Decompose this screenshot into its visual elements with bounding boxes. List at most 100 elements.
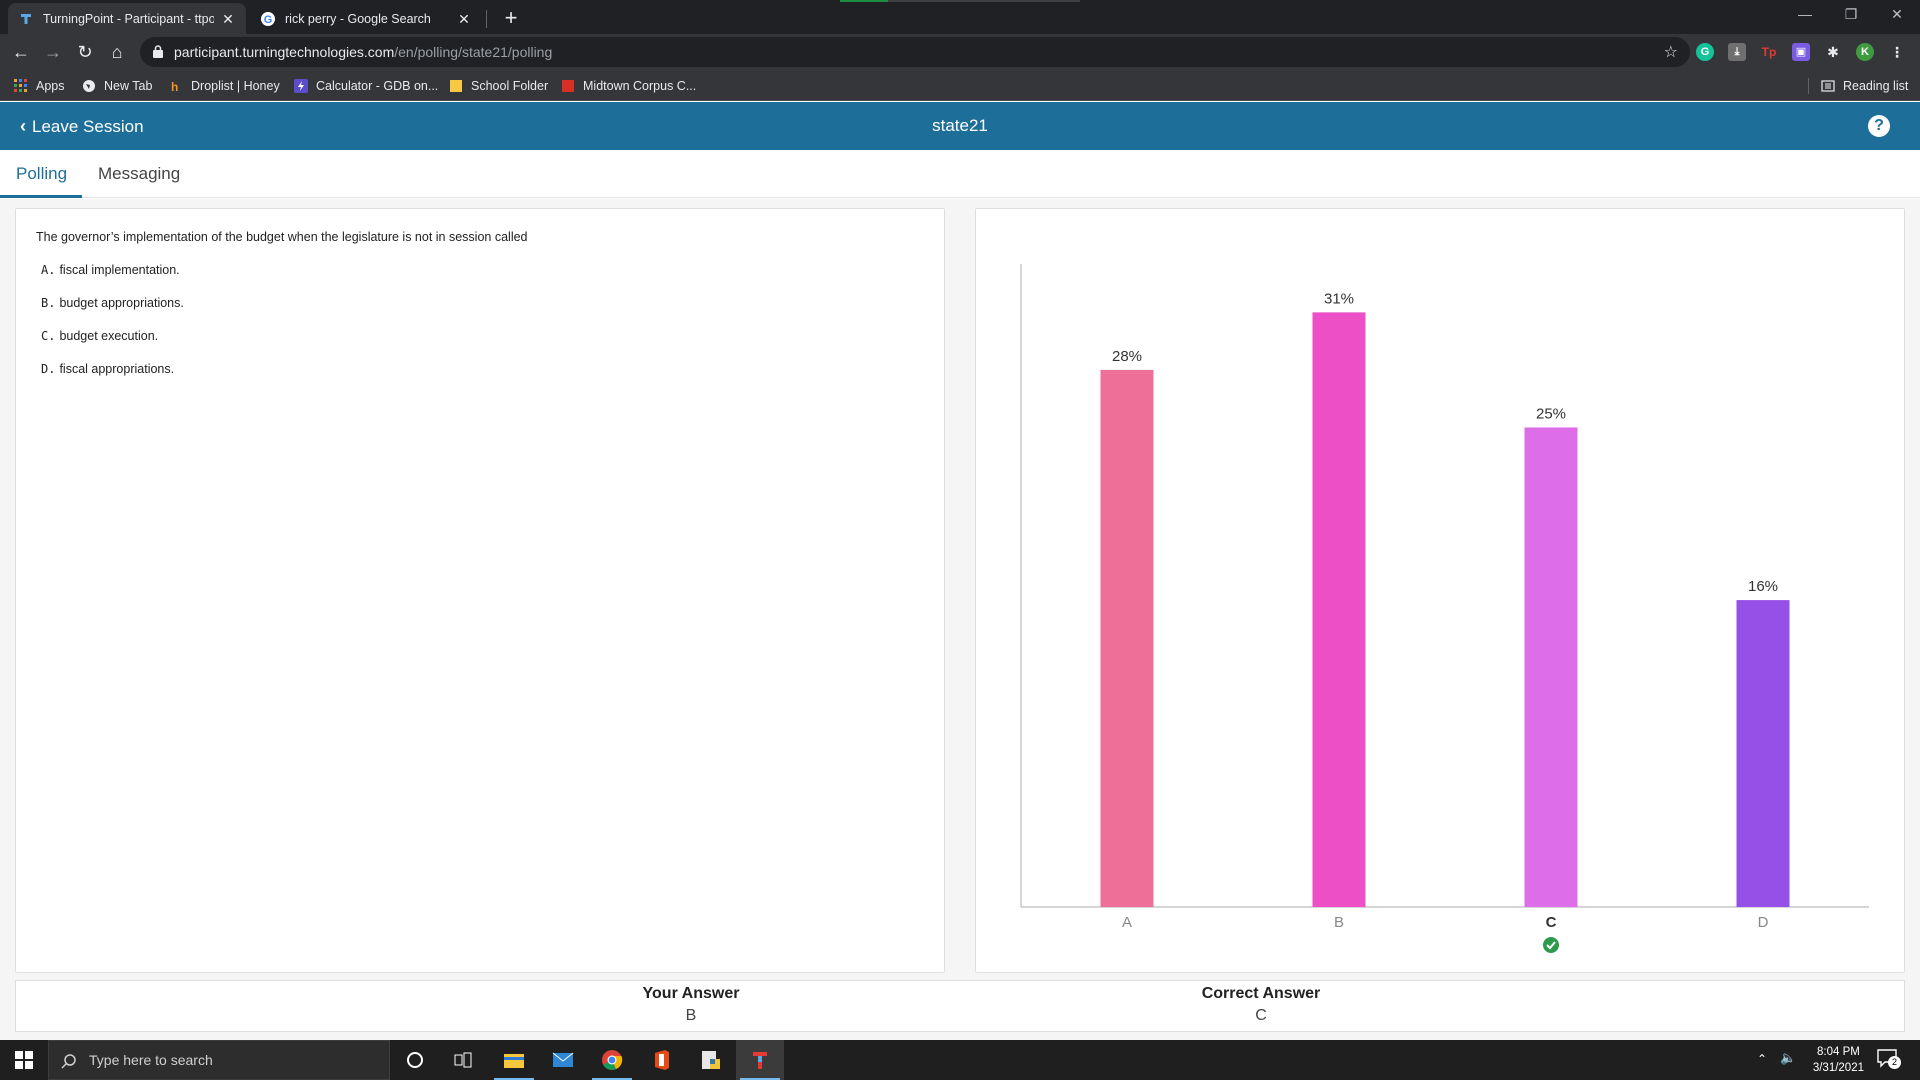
home-icon[interactable]: ⌂ [105,40,129,64]
tab-polling[interactable]: Polling [16,164,67,184]
reload-icon[interactable]: ↻ [73,40,97,64]
new-tab-button[interactable]: + [498,5,524,31]
choice-d[interactable]: D. fiscal appropriations. [41,362,174,376]
tab-title: TurningPoint - Participant - ttpoll [43,11,214,26]
correct-answer: Correct Answer C [1111,985,1411,1025]
puzzle-extensions-icon[interactable]: ✱ [1824,43,1842,61]
windows-taskbar: Type here to search ⌃ 🔈 8:04 PM 3/31/202… [0,1040,1920,1080]
office-icon[interactable] [638,1040,686,1080]
question-text: The governor’s implementation of the bud… [36,230,528,244]
active-tab-indicator [0,195,82,198]
loading-indicator [840,0,1080,2]
turningpoint-favicon-icon [18,11,34,27]
question-panel: The governor’s implementation of the bud… [15,208,945,973]
x-tick-label-a: A [1122,914,1132,931]
choice-a[interactable]: A. fiscal implementation. [41,263,180,277]
extension-icon[interactable]: ⤓ [1728,43,1746,61]
system-clock[interactable]: 8:04 PM 3/31/2021 [1813,1044,1864,1076]
correct-answer-label: Correct Answer [1201,985,1321,1002]
honey-icon: h [169,79,183,94]
notifications-button[interactable]: 2 [1876,1048,1902,1072]
answers-panel: Your Answer B Correct Answer C [15,980,1905,1032]
clock-date: 3/31/2021 [1812,1062,1864,1074]
profile-avatar[interactable]: K [1856,43,1874,61]
apps-grid-icon [14,79,28,93]
restore-button[interactable]: ❐ [1828,0,1874,30]
session-title: state21 [932,116,988,135]
bar-a [1100,369,1154,908]
app-header: ‹ Leave Session state21 ? [0,102,1920,150]
bookmark-midtown[interactable]: Midtown Corpus C... [561,77,696,95]
data-label-c: 25% [1536,405,1566,422]
your-answer-label: Your Answer [642,985,740,1002]
red-square-icon [561,79,575,93]
screenshot-extension-icon[interactable]: ▣ [1792,43,1810,61]
folder-icon [449,79,463,93]
help-icon[interactable]: ? [1868,115,1890,137]
data-label-b: 31% [1324,290,1354,307]
choice-b[interactable]: B. budget appropriations. [41,296,184,310]
bar-b [1312,312,1366,907]
your-answer-value: B [685,1007,697,1024]
bookmark-apps[interactable]: Apps [14,77,65,95]
back-arrow-icon[interactable]: ← [9,40,33,64]
url-text: participant.turningtechnologies.com/en/p… [174,44,553,60]
search-icon [61,1054,76,1069]
bookmark-label: School Folder [471,79,549,93]
task-view-icon[interactable] [439,1040,487,1080]
bookmark-label: Calculator - GDB on... [316,79,439,93]
tab-turningpoint[interactable]: TurningPoint - Participant - ttpoll ✕ [8,3,246,34]
tab-title: rick perry - Google Search [285,11,431,26]
turningpoint-extension-icon[interactable]: Tp [1760,43,1778,61]
bookmark-school-folder[interactable]: School Folder [449,77,548,95]
show-hidden-icons-icon[interactable]: ⌃ [1757,1052,1767,1066]
bookmark-label: New Tab [104,79,153,93]
browser-toolbar: ← → ↻ ⌂ participant.turningtechnologies.… [0,34,1920,70]
google-favicon-icon: G [260,11,276,27]
chrome-menu-icon[interactable]: ⋮ [1888,43,1906,61]
correct-check-icon [1543,937,1559,953]
forward-arrow-icon[interactable]: → [41,40,65,64]
x-tick-label-c: C [1546,914,1557,931]
tab-messaging[interactable]: Messaging [98,164,180,184]
x-tick-label-b: B [1334,914,1344,931]
taskbar-search-box[interactable]: Type here to search [48,1040,390,1080]
bookmark-new-tab[interactable]: New Tab [82,77,152,95]
reading-list-icon [1821,79,1835,93]
mail-icon[interactable] [539,1040,587,1080]
app-tabs: Polling Messaging [0,150,1920,198]
bookmarks-bar: Apps New Tab h Droplist | Honey Calculat… [0,70,1920,101]
x-tick-label-d: D [1758,914,1769,931]
globe-icon [82,79,96,93]
bookmark-star-icon[interactable]: ☆ [1664,42,1678,62]
python-editor-icon[interactable] [687,1040,735,1080]
grammarly-extension-icon[interactable]: G [1696,43,1714,61]
data-label-d: 16% [1748,578,1778,595]
volume-icon[interactable]: 🔈 [1780,1050,1796,1066]
minimize-button[interactable]: — [1782,0,1828,30]
bookmark-honey[interactable]: h Droplist | Honey [169,77,280,95]
close-window-button[interactable]: ✕ [1874,0,1920,30]
bookmark-label: Midtown Corpus C... [583,79,697,93]
bolt-icon [294,79,308,93]
reading-list-button[interactable]: Reading list [1821,77,1908,95]
bar-d [1736,600,1790,907]
svg-text:G: G [264,14,273,26]
lock-icon [153,45,163,58]
chrome-icon[interactable] [588,1040,636,1080]
correct-answer-value: C [1255,1007,1267,1024]
bookmark-calculator[interactable]: Calculator - GDB on... [294,77,438,95]
search-placeholder: Type here to search [89,1052,213,1068]
bar-c [1524,427,1578,907]
windows-start-icon[interactable] [0,1040,48,1080]
close-tab-icon[interactable]: ✕ [456,11,472,27]
tab-google-search[interactable]: G rick perry - Google Search ✕ [250,3,482,34]
turningpoint-app-icon[interactable] [736,1040,784,1080]
file-explorer-icon[interactable] [490,1040,538,1080]
your-answer: Your Answer B [541,985,841,1025]
reading-list-label: Reading list [1843,79,1909,93]
close-tab-icon[interactable]: ✕ [220,11,236,27]
address-bar[interactable]: participant.turningtechnologies.com/en/p… [140,37,1690,67]
choice-c[interactable]: C. budget execution. [41,329,158,343]
cortana-icon[interactable] [391,1040,439,1080]
